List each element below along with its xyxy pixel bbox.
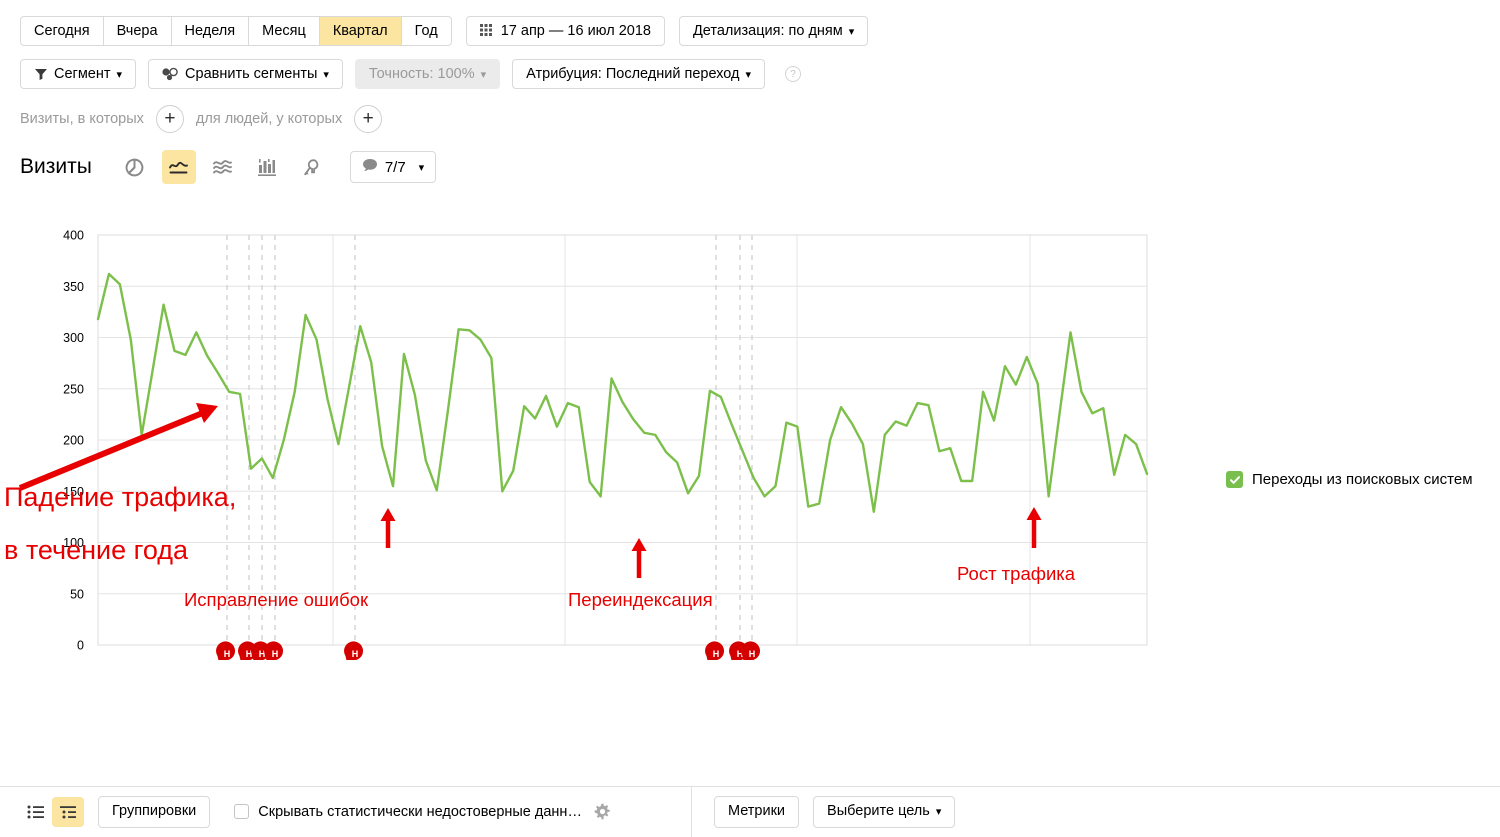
svg-text:Н: Н [713, 649, 720, 659]
groupings-label: Группировки [112, 804, 196, 819]
metric-toolbar: Визиты [0, 144, 1500, 190]
filter-toolbar: Сегмент ▾ Сравнить сегменты ▾ Точность: … [0, 50, 1500, 94]
pie-chart-icon[interactable] [118, 150, 152, 184]
annotation-arrow-diagonal [20, 403, 218, 488]
map-chart-icon[interactable] [294, 150, 328, 184]
compare-segments-button[interactable]: Сравнить сегменты ▾ [148, 59, 343, 89]
choose-goal-button[interactable]: Выберите цель ▾ [813, 796, 955, 828]
svg-text:Н: Н [224, 649, 231, 659]
annotation-arrow-vertical [632, 538, 647, 578]
detail-level-label: Детализация: по дням [693, 24, 843, 39]
chart-container: 05010015020025030035040017.04.1807.05.18… [0, 190, 1500, 660]
tree-view-icon[interactable] [52, 797, 84, 827]
chevron-down-icon: ▾ [481, 70, 487, 81]
hide-unreliable-label: Скрывать статистически недостоверные дан… [258, 804, 582, 820]
segment-builder: Визиты, в которых + для людей, у которых… [0, 94, 1500, 144]
chart-annotation-text: Рост трафика [957, 563, 1076, 584]
bottom-right-group: Метрики Выберите цель ▾ [691, 787, 955, 837]
svg-text:0: 0 [77, 639, 84, 653]
bar-chart-icon[interactable] [250, 150, 284, 184]
chevron-down-icon: ▾ [117, 70, 123, 81]
list-view-icon[interactable] [20, 797, 52, 827]
legend-checkbox[interactable] [1226, 471, 1243, 488]
chart-annotation-text: в течение года [4, 535, 189, 565]
question-mark-icon[interactable]: ? [785, 66, 801, 82]
accuracy-label: Точность: 100% [369, 67, 475, 82]
page-title: Визиты [20, 155, 92, 179]
date-range-button[interactable]: 17 апр — 16 июл 2018 [466, 16, 665, 46]
groupings-button[interactable]: Группировки [98, 796, 210, 828]
period-toolbar: Сегодня Вчера Неделя Месяц Квартал Год 1… [0, 0, 1500, 50]
segment-button[interactable]: Сегмент ▾ [20, 59, 136, 89]
svg-text:400: 400 [63, 229, 84, 243]
scales-icon [162, 67, 179, 81]
attribution-button[interactable]: Атрибуция: Последний переход ▾ [512, 59, 765, 89]
add-visit-condition-button[interactable]: + [156, 105, 184, 133]
chart-annotation-marker: Н [264, 641, 283, 660]
period-button-group: Сегодня Вчера Неделя Месяц Квартал Год [20, 16, 452, 46]
chart-annotation-marker: Н [741, 641, 760, 660]
date-range-label: 17 апр — 16 июл 2018 [501, 24, 651, 39]
chart-annotation-marker: Н [705, 641, 724, 660]
choose-goal-label: Выберите цель [827, 804, 930, 819]
compare-segments-label: Сравнить сегменты [185, 67, 317, 82]
period-button-year[interactable]: Год [402, 16, 452, 46]
gear-icon[interactable] [594, 803, 611, 820]
attribution-label: Атрибуция: Последний переход [526, 67, 739, 82]
accuracy-button[interactable]: Точность: 100% ▾ [355, 59, 500, 89]
people-condition-label: для людей, у которых [196, 111, 342, 127]
area-chart-icon[interactable] [206, 150, 240, 184]
svg-text:Н: Н [272, 649, 279, 659]
chevron-down-icon: ▾ [746, 70, 752, 81]
svg-text:250: 250 [63, 382, 84, 396]
bottom-toolbar: Группировки Скрывать статистически недос… [0, 786, 1500, 836]
chevron-down-icon: ▾ [323, 70, 329, 81]
line-chart-icon[interactable] [162, 150, 196, 184]
period-button-quarter[interactable]: Квартал [320, 16, 402, 46]
annotation-arrow-vertical [1027, 507, 1042, 548]
visits-condition-label: Визиты, в которых [20, 111, 144, 127]
svg-text:200: 200 [63, 434, 84, 448]
chart-annotation-marker: Н [216, 641, 235, 660]
chart-legend: Переходы из поисковых систем [1226, 471, 1473, 488]
add-people-condition-button[interactable]: + [354, 105, 382, 133]
period-button-week[interactable]: Неделя [172, 16, 250, 46]
metrics-button[interactable]: Метрики [714, 796, 799, 828]
calendar-icon [480, 24, 495, 39]
chart-annotation-text: Исправление ошибок [184, 589, 369, 610]
detail-level-button[interactable]: Детализация: по дням ▾ [679, 16, 868, 46]
comments-count-label: 7/7 [385, 159, 406, 176]
chart-annotation-text: Переиндексация [568, 589, 713, 610]
period-button-today[interactable]: Сегодня [20, 16, 104, 46]
visits-line-chart: 05010015020025030035040017.04.1807.05.18… [0, 190, 1500, 660]
svg-text:50: 50 [70, 587, 84, 601]
chevron-down-icon: ▾ [849, 27, 855, 38]
segment-label: Сегмент [54, 67, 111, 82]
svg-text:Н: Н [352, 649, 359, 659]
comments-button[interactable]: 7/7 ▾ [350, 151, 436, 183]
svg-text:Н: Н [749, 649, 756, 659]
period-button-month[interactable]: Месяц [249, 16, 320, 46]
check-icon [1229, 474, 1241, 486]
speech-bubble-icon [362, 158, 378, 177]
chart-annotation-text: Падение трафика, [4, 482, 236, 512]
svg-text:350: 350 [63, 280, 84, 294]
legend-series-label: Переходы из поисковых систем [1252, 471, 1473, 488]
chevron-down-icon: ▾ [936, 807, 942, 818]
chevron-down-icon: ▾ [419, 163, 425, 174]
hide-unreliable-checkbox[interactable] [234, 804, 249, 819]
bottom-left-group: Группировки Скрывать статистически недос… [20, 796, 611, 828]
period-button-yesterday[interactable]: Вчера [104, 16, 172, 46]
chart-annotation-marker: Н [344, 641, 363, 660]
funnel-icon [34, 67, 48, 81]
metrics-label: Метрики [728, 804, 785, 819]
svg-text:300: 300 [63, 331, 84, 345]
